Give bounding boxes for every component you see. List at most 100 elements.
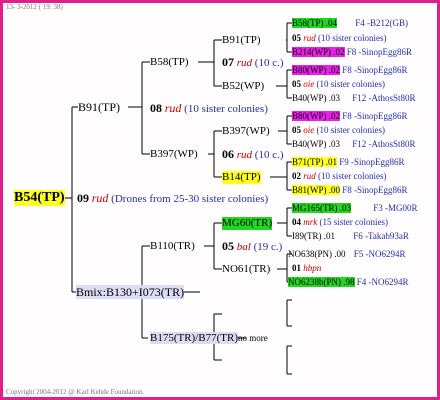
line-gen4-c	[278, 115, 292, 145]
line-gen3-c	[204, 222, 222, 270]
gen3-a-upper: B91(TP)	[222, 34, 261, 46]
gen4-a-num: 05	[292, 33, 301, 43]
gen3-a-num: 07	[222, 55, 234, 69]
gen1-num: 09	[77, 191, 89, 205]
gen4-a-mid-note: (10 sister colonies)	[318, 33, 387, 43]
gen4-a-top-note: F4 -B212(GB)	[355, 18, 409, 28]
gen3-b-word: rud	[236, 149, 253, 161]
gen3-a-note: (10 c.)	[254, 57, 284, 69]
gen4-d-top-label: B71(TP) .01	[292, 157, 337, 167]
line-gen2-upper	[128, 61, 150, 155]
gen2-b-lower-note: no more	[238, 333, 268, 343]
gen2-a-upper: B58(TP)	[150, 56, 189, 68]
gen4-a-mid: 05 rud (10 sister colonies)	[292, 33, 387, 44]
gen1-marker: 09 rud (Drones from 25-30 sister colonie…	[77, 191, 268, 206]
gen2-a-lower: B397(WP)	[150, 148, 198, 160]
gen1-mother: Bmix:B130+I073(TR)	[76, 285, 185, 299]
copyright: Copyright 2004-2012 @ Karl Kehde Foundat…	[6, 388, 145, 396]
line-gen4-b	[276, 69, 292, 99]
gen4-e-mid: 04 mrk (15 sister colonies)	[292, 217, 388, 228]
line-gen4-g	[286, 299, 292, 327]
gen4-c-bottom-label: B40(WP) .03	[292, 139, 340, 149]
gen4-e-mid-note: (15 sister colonies)	[319, 217, 388, 227]
gen4-c-mid: 05 oie (10 sister colonies)	[292, 125, 385, 136]
gen3-b-upper: B397(WP)	[222, 125, 270, 137]
pedigree-frame: 13- 3-2012 ( 19: 38) Copyright 2004-2012…	[0, 0, 440, 400]
root-bee: B54(TP)	[14, 190, 65, 206]
gen4-a-bottom-note: F8 -SinopEgg86R	[346, 47, 413, 57]
line-gen4-d	[270, 161, 292, 191]
gen2-b-upper: B110(TR)	[150, 240, 195, 252]
gen3-c-word: bal	[236, 241, 251, 253]
gen4-c-bottom: B40(WP) .03 F12 -AthosSt80R	[292, 139, 416, 150]
gen4-e-word: mrk	[303, 217, 318, 227]
gen4-d-word: rud	[303, 171, 316, 181]
line-gen3-a	[198, 39, 222, 87]
date-line: 13- 3-2012 ( 19: 38)	[6, 3, 63, 11]
gen4-b-mid-note: (10 sister colonies)	[316, 79, 385, 89]
gen4-b-top-label: B80(WP) .02	[292, 65, 340, 75]
gen4-e-top: MG165(TR) .03 F3 -MG00R	[292, 203, 418, 214]
gen3-c-note: (19 c.)	[253, 241, 283, 253]
line-gen4-e	[277, 207, 292, 237]
gen4-d-bottom: B81(WP) .00 F8 -SinopEgg86R	[292, 185, 408, 196]
gen4-c-num: 05	[292, 125, 301, 135]
gen4-b-top-note: F8 -SinopEgg86R	[342, 65, 408, 75]
gen3-c-num: 05	[222, 239, 234, 253]
gen4-f-top-label: NO638(PN) .00	[288, 249, 346, 259]
gen3-c-upper: MG60(TR)	[222, 217, 273, 230]
gen2-a-note: (10 sister colonies)	[184, 103, 268, 115]
gen4-b-top: B80(WP) .02 F8 -SinopEgg86R	[292, 65, 408, 76]
gen2-a-num: 08	[150, 101, 162, 115]
gen4-a-bottom-label: B214(WP) .02	[292, 47, 345, 57]
gen4-e-bottom: I89(TR) .01 F6 -Takab93aR	[292, 231, 409, 242]
gen4-c-bottom-note: F12 -AthosSt80R	[352, 139, 416, 149]
gen4-d-bottom-note: F8 -SinopEgg86R	[342, 185, 408, 195]
gen4-a-top: B58(TP) .04 F4 -B212(GB)	[292, 18, 408, 29]
line-gen1	[64, 106, 78, 293]
gen2-b-lower-label: B175(TR)/B77(TR)	[150, 332, 238, 344]
gen4-b-bottom: B40(WP) .03 F12 -AthosSt80R	[292, 93, 416, 104]
gen4-b-word: oie	[303, 79, 315, 89]
gen4-d-mid-note: (10 sister colonies)	[318, 171, 387, 181]
gen2-b-lower: B175(TR)/B77(TR)no more	[150, 332, 268, 345]
gen3-b-marker: 06 rud (10 c.)	[222, 147, 284, 162]
gen3-b-num: 06	[222, 147, 234, 161]
gen1-father: B91(TP)	[78, 100, 120, 114]
gen4-b-num: 05	[292, 79, 301, 89]
gen4-c-top-label: B80(WP) .02	[292, 111, 340, 121]
gen4-c-word: oie	[303, 125, 315, 135]
gen4-f-word: hbpn	[303, 263, 322, 273]
gen4-b-mid: 05 oie (10 sister colonies)	[292, 79, 385, 90]
gen4-f-num: 01	[292, 263, 301, 273]
gen4-e-top-note: F3 -MG00R	[373, 203, 418, 213]
gen2-a-marker: 08 rud (10 sister colonies)	[150, 101, 268, 116]
gen4-f-top-note: F5 -NO6294R	[353, 249, 406, 259]
gen4-b-bottom-label: B40(WP) .03	[292, 93, 340, 103]
gen4-d-top: B71(TP) .01 F9 -SinopEgg86R	[292, 157, 405, 168]
gen3-a-marker: 07 rud (10 c.)	[222, 55, 284, 70]
gen1-note: (Drones from 25-30 sister colonies)	[111, 193, 269, 205]
gen1-word: rud	[91, 191, 109, 205]
gen2-a-word: rud	[164, 101, 182, 115]
gen4-c-mid-note: (10 sister colonies)	[316, 125, 385, 135]
gen4-f-top: NO638(PN) .00 F5 -NO6294R	[288, 249, 406, 260]
gen4-c-top: B80(WP) .02 F8 -SinopEgg86R	[292, 111, 408, 122]
gen3-b-lower: B14(TP)	[222, 171, 261, 184]
gen4-e-bottom-label: I89(TR) .01	[292, 231, 335, 241]
gen3-a-lower: B52(WP)	[222, 80, 265, 92]
gen4-e-top-label: MG165(TR) .03	[292, 203, 351, 213]
gen4-f-mid: 01 hbpn	[292, 263, 321, 274]
line-gen3-b	[208, 130, 222, 178]
gen4-f-bottom-note: F4 -NO6294R	[356, 277, 409, 287]
gen3-c-lower: NO61(TR)	[222, 263, 271, 275]
gen4-f-bottom-label: NO6238b(PN) .98	[288, 277, 355, 287]
gen4-f-bottom: NO6238b(PN) .98 F4 -NO6294R	[288, 277, 409, 288]
gen4-a-word: rud	[303, 33, 316, 43]
gen4-d-mid: 02 rud (10 sister colonies)	[292, 171, 387, 182]
gen3-b-note: (10 c.)	[254, 149, 284, 161]
gen3-c-marker: 05 bal (19 c.)	[222, 239, 282, 254]
gen4-e-num: 04	[292, 217, 301, 227]
gen4-d-num: 02	[292, 171, 301, 181]
gen4-d-top-note: F9 -SinopEgg86R	[339, 157, 405, 167]
